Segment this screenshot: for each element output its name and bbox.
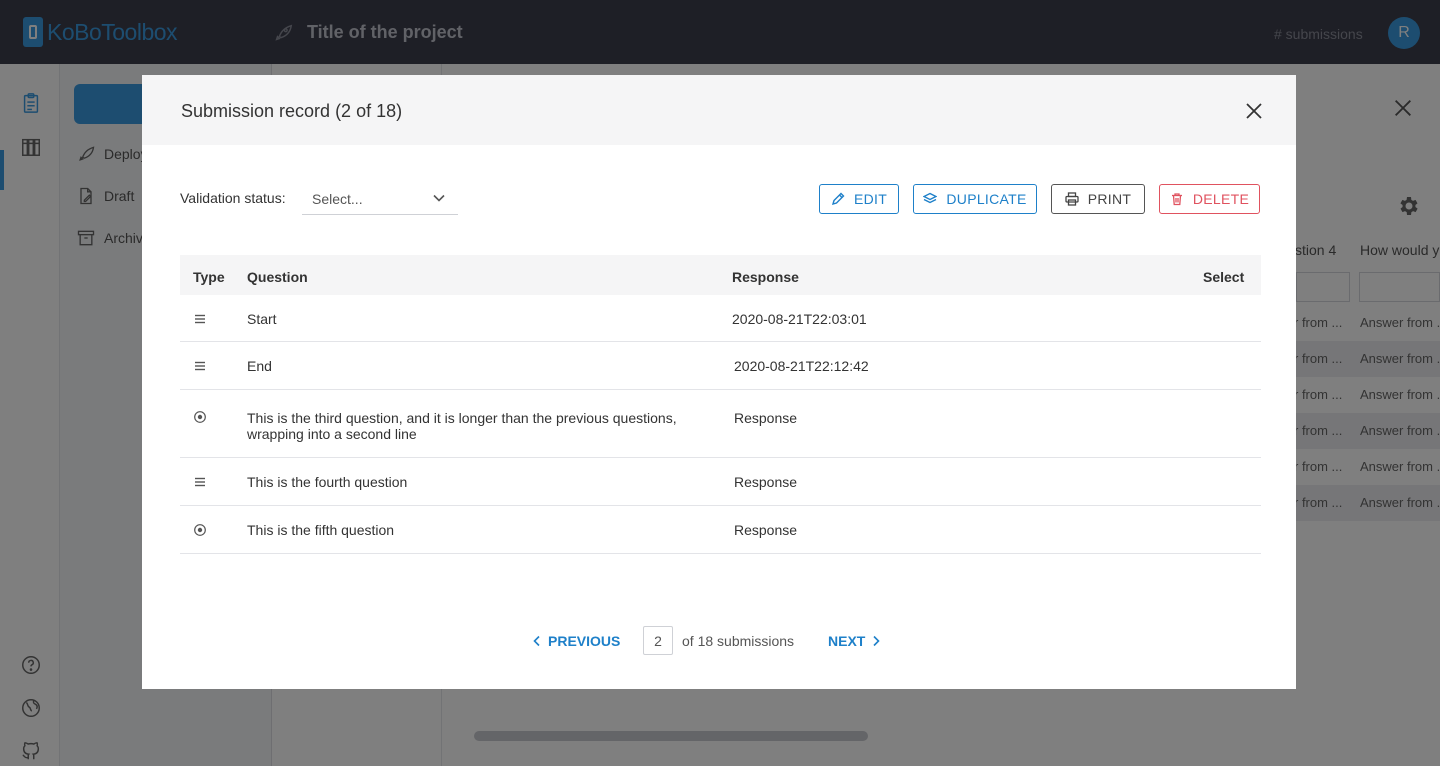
table-row: This is the third question, and it is lo…: [180, 390, 1261, 458]
column-header-select: Select: [1203, 269, 1245, 285]
print-button-label: PRINT: [1087, 191, 1132, 207]
chevron-left-icon: [533, 635, 540, 647]
pencil-icon: [831, 192, 845, 206]
validation-status-select[interactable]: Select...: [302, 181, 458, 215]
column-header-type: Type: [193, 269, 225, 285]
edit-button[interactable]: EDIT: [819, 184, 899, 214]
modal-header: Submission record (2 of 18): [142, 75, 1296, 145]
printer-icon: [1065, 192, 1079, 206]
question-text: This is the third question, and it is lo…: [247, 410, 677, 442]
table-row: This is the fifth question Response: [180, 506, 1261, 554]
response-text: 2020-08-21T22:12:42: [734, 358, 869, 374]
next-button-label: NEXT: [828, 633, 866, 649]
layers-icon: [923, 192, 938, 204]
pager-total-label: of 18 submissions: [682, 633, 795, 649]
previous-button[interactable]: PREVIOUS: [532, 633, 620, 649]
question-text: This is the fourth question: [247, 474, 408, 490]
question-text: This is the fifth question: [247, 522, 395, 538]
print-button[interactable]: PRINT: [1051, 184, 1145, 214]
question-text: Start: [247, 311, 277, 327]
duplicate-button-label: DUPLICATE: [946, 191, 1027, 207]
question-text: End: [247, 358, 272, 374]
trash-icon: [1171, 193, 1182, 206]
page-number-input[interactable]: [643, 626, 673, 655]
table-row: This is the fourth question Response: [180, 458, 1261, 506]
response-text: 2020-08-21T22:03:01: [732, 311, 867, 327]
text-lines-icon: [195, 314, 205, 324]
submission-modal: Submission record (2 of 18) Validation s…: [142, 75, 1296, 689]
text-lines-icon: [195, 477, 205, 487]
chevron-down-icon: [433, 194, 445, 202]
radio-select-icon: [194, 524, 206, 536]
column-header-response: Response: [732, 269, 799, 285]
text-lines-icon: [195, 361, 205, 371]
delete-button-label: DELETE: [1192, 191, 1250, 207]
response-text: Response: [734, 522, 798, 538]
previous-button-label: PREVIOUS: [548, 633, 621, 649]
column-header-question: Question: [247, 269, 308, 285]
delete-button[interactable]: DELETE: [1159, 184, 1260, 214]
table-row: Start 2020-08-21T22:03:01: [180, 295, 1261, 342]
next-button[interactable]: NEXT: [828, 633, 881, 649]
chevron-right-icon: [873, 635, 880, 647]
table-row: End 2020-08-21T22:12:42: [180, 342, 1261, 390]
response-text: Response: [734, 474, 798, 490]
submission-table-header: Type Question Response Select: [180, 255, 1261, 295]
close-icon[interactable]: [1244, 101, 1264, 121]
duplicate-button[interactable]: DUPLICATE: [913, 184, 1037, 214]
radio-select-icon: [194, 411, 206, 423]
validation-status-label: Validation status:: [180, 190, 286, 206]
modal-title: Submission record (2 of 18): [181, 101, 403, 121]
validation-status-placeholder: Select...: [312, 191, 363, 207]
response-text: Response: [734, 410, 798, 426]
edit-button-label: EDIT: [853, 191, 888, 207]
